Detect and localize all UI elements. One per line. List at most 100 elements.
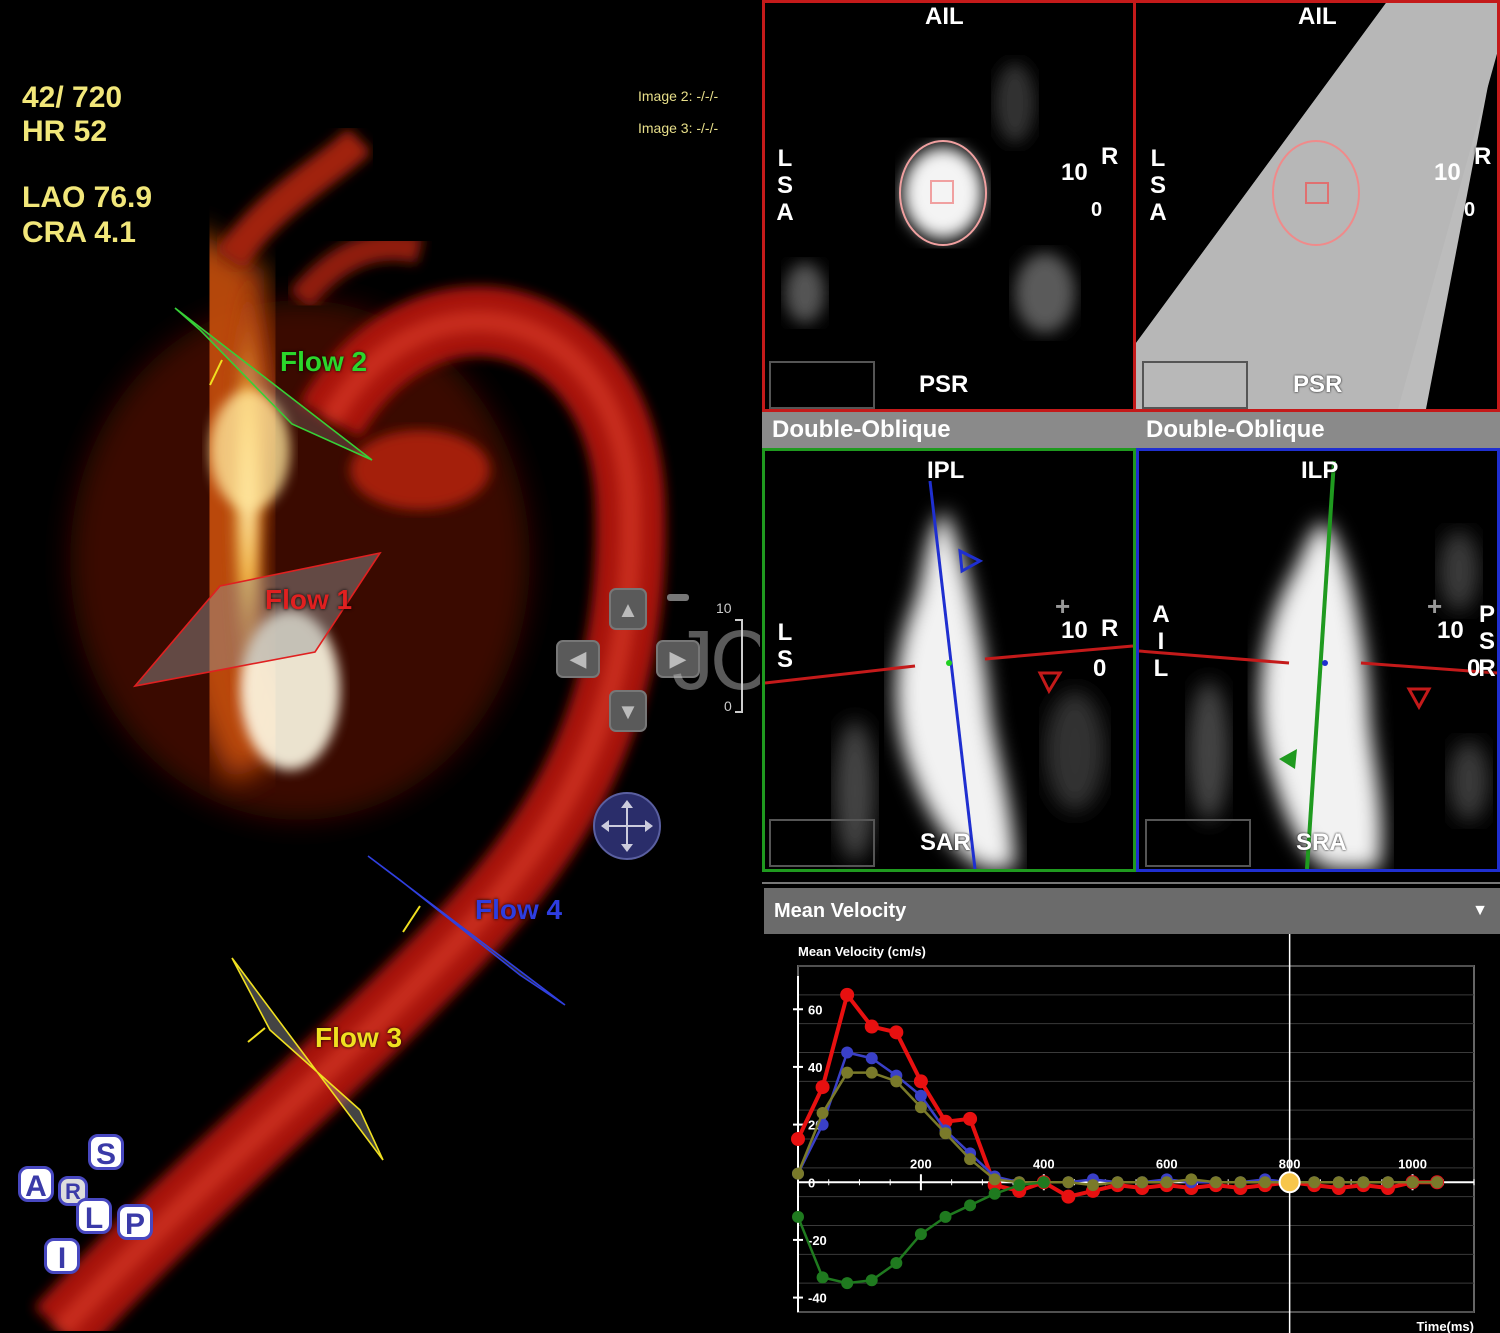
data-point (1406, 1176, 1419, 1189)
thumbnail[interactable] (769, 819, 875, 867)
data-point (865, 1052, 878, 1065)
double-oblique-panel-left[interactable]: IPL SAR LS 10 R 0 + (762, 448, 1136, 872)
data-point (1431, 1176, 1444, 1189)
y-tick-label: 60 (808, 1002, 822, 1017)
data-point (1086, 1179, 1099, 1192)
plus-icon[interactable]: + (1055, 591, 1070, 622)
thumbnail[interactable] (1142, 361, 1248, 409)
data-point (1234, 1176, 1247, 1189)
data-point (1357, 1176, 1370, 1189)
double-oblique-header-right: Double-Oblique (1136, 412, 1500, 448)
axial-panel-right[interactable]: AIL PSR LSA 10 R 0 (1136, 0, 1500, 412)
orient-right: R (1474, 143, 1492, 170)
flow2-label[interactable]: Flow 2 (280, 346, 367, 378)
x-tick-label: 1000 (1398, 1156, 1427, 1171)
scale-zero: 0 (1091, 199, 1103, 221)
heart-rate: HR 52 (22, 115, 108, 148)
chart-header[interactable]: Mean Velocity ▼ (764, 888, 1500, 934)
data-point (889, 1025, 904, 1040)
data-point (914, 1228, 927, 1241)
orient-right: R (1101, 615, 1119, 642)
flow4-label[interactable]: Flow 4 (475, 894, 562, 926)
image3-label: Image 3: -/-/- (638, 120, 719, 136)
orient-top: AIL (925, 3, 964, 30)
data-point (1209, 1176, 1222, 1189)
data-point (988, 1173, 1001, 1186)
scale-label: 10 (1434, 159, 1461, 186)
data-point (890, 1075, 903, 1088)
flow3-label[interactable]: Flow 3 (315, 1022, 402, 1054)
scale-label: 10 (1061, 159, 1088, 186)
frame-counter: 42/ 720 (22, 81, 123, 114)
data-point (841, 1277, 854, 1290)
orient-bottom: PSR (919, 371, 969, 398)
volume-render-view[interactable]: 42/ 720 HR 52 LAO 76.9 CRA 4.1 Image 2: … (0, 0, 760, 1331)
data-point (816, 1107, 829, 1120)
orient-i[interactable]: I (44, 1238, 80, 1275)
orient-top: AIL (1298, 3, 1337, 30)
orient-bottom: SRA (1296, 829, 1347, 856)
orient-bottom: SAR (920, 829, 971, 856)
orient-l[interactable]: L (76, 1198, 112, 1235)
orient-right: R (1101, 143, 1119, 170)
x-tick-label: 600 (1156, 1156, 1178, 1171)
data-point (1160, 1176, 1173, 1189)
double-oblique-header-left: Double-Oblique (762, 412, 1136, 448)
data-point (890, 1256, 903, 1269)
data-point (1037, 1176, 1050, 1189)
data-point (815, 1080, 830, 1095)
data-point (913, 1074, 928, 1089)
flow1-label[interactable]: Flow 1 (265, 584, 352, 616)
y-tick-label: 40 (808, 1060, 822, 1075)
double-oblique-panel-right[interactable]: ILP SRA AIL 10 PSR 0 + (1136, 448, 1500, 872)
axial-panel-left[interactable]: AIL PSR LSA 10 R 0 (762, 0, 1136, 412)
orient-p[interactable]: P (117, 1204, 153, 1241)
velocity-chart[interactable]: -40-20204060200 400 600 800 10000Mean Veloci… (762, 934, 1500, 1333)
x-tick-label: 200 (910, 1156, 932, 1171)
y-tick-label-zero: 0 (808, 1175, 815, 1190)
data-point (864, 1019, 879, 1034)
orient-a[interactable]: A (18, 1166, 54, 1203)
orient-top: ILP (1301, 457, 1339, 484)
thumbnail[interactable] (1145, 819, 1251, 867)
data-point (963, 1111, 978, 1126)
data-point (988, 1187, 1001, 1200)
dropdown-arrow-icon[interactable]: ▼ (1472, 888, 1488, 934)
arrow-left-icon[interactable]: ◀ (556, 640, 600, 678)
orient-s[interactable]: S (88, 1134, 124, 1171)
thumbnail[interactable] (769, 361, 875, 409)
image2-label: Image 2: -/-/- (638, 88, 719, 104)
data-point (840, 987, 855, 1002)
data-point (1185, 1173, 1198, 1186)
series-line-0 (796, 992, 1438, 1199)
data-point (1061, 1189, 1076, 1204)
arrow-down-icon[interactable]: ▼ (609, 690, 647, 732)
orient-left: AIL (1152, 601, 1170, 682)
x-tick-label: 400 (1033, 1156, 1055, 1171)
arrow-up-icon[interactable]: ▲ (609, 588, 647, 630)
data-point (865, 1066, 878, 1079)
data-point (1381, 1176, 1394, 1189)
data-point (964, 1153, 977, 1166)
data-point (816, 1271, 829, 1284)
data-point (1308, 1176, 1321, 1189)
scale-zero: 0 (1093, 655, 1107, 682)
data-point (841, 1066, 854, 1079)
scale-zero: 0 (1467, 655, 1481, 682)
orient-top: IPL (927, 457, 965, 484)
data-point (964, 1199, 977, 1212)
plus-icon[interactable]: + (1427, 591, 1442, 622)
orient-left: LS (776, 619, 793, 673)
time-cursor-marker (1278, 1171, 1301, 1194)
lao-angle: LAO 76.9 (22, 181, 153, 214)
orient-bottom: PSR (1293, 371, 1343, 398)
data-point (865, 1274, 878, 1287)
data-point (792, 1167, 804, 1180)
cra-angle: CRA 4.1 (22, 216, 136, 249)
minus-icon[interactable] (667, 594, 689, 601)
data-point (1013, 1179, 1026, 1192)
y-axis-label: Mean Velocity (cm/s) (798, 944, 926, 959)
data-point (791, 1132, 805, 1146)
data-point (914, 1089, 927, 1102)
orient-left: LSA (1149, 145, 1167, 226)
